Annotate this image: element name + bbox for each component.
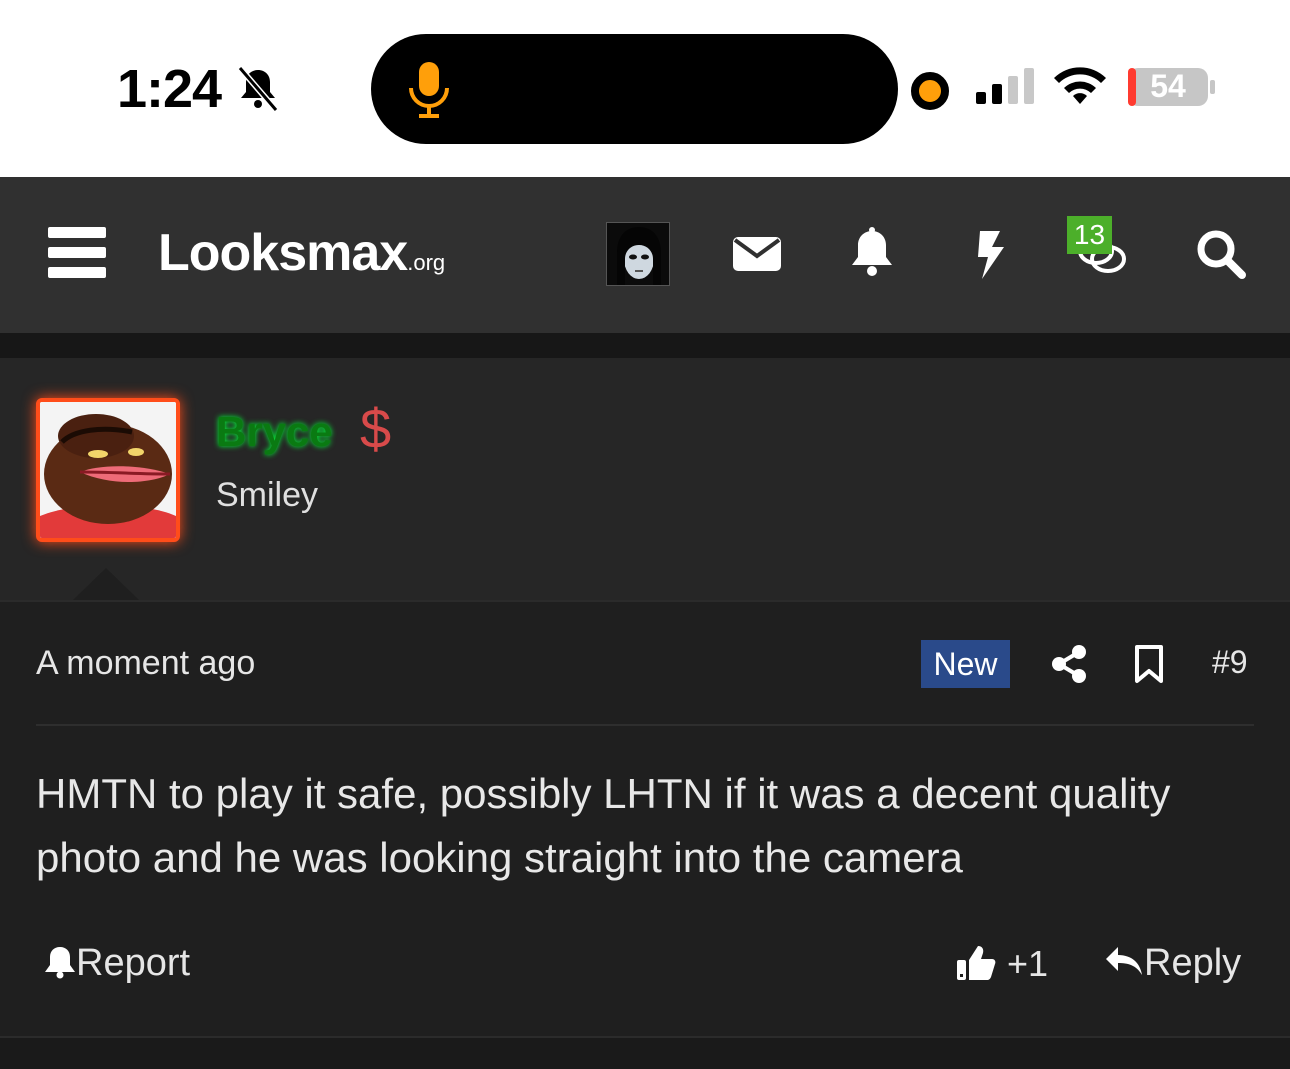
- reply-arrow-icon: [1106, 947, 1142, 975]
- like-button[interactable]: +1: [955, 942, 1048, 985]
- author-username[interactable]: Bryce: [216, 408, 333, 456]
- report-button[interactable]: Report: [44, 942, 190, 985]
- dollar-icon: $: [360, 397, 392, 460]
- battery-level: 54: [1150, 68, 1186, 104]
- post-message: A moment ago New #9 HMTN to play it safe…: [0, 600, 1290, 1036]
- post-author-block: Bryce $ Smiley: [0, 358, 1290, 601]
- header-divider: [0, 333, 1290, 358]
- mail-icon[interactable]: [728, 225, 786, 283]
- author-title: Smiley: [216, 476, 319, 514]
- mic-indicator-dot: [911, 72, 949, 110]
- reply-button[interactable]: Reply: [1104, 942, 1241, 985]
- thumbs-up-icon: [957, 946, 996, 980]
- new-badge: New: [921, 640, 1010, 688]
- lightning-icon[interactable]: [960, 225, 1018, 283]
- account-avatar[interactable]: [606, 222, 670, 286]
- page-bottom-band: [0, 1036, 1290, 1069]
- reply-label: Reply: [1144, 942, 1242, 984]
- wifi-icon: [1054, 67, 1106, 104]
- like-count: +1: [1007, 943, 1049, 984]
- cellular-signal-icon: [976, 68, 1034, 104]
- post-divider: [36, 724, 1254, 726]
- menu-icon[interactable]: [48, 227, 108, 281]
- post-body: HMTN to play it safe, possibly LHTN if i…: [36, 770, 1171, 881]
- bookmark-icon[interactable]: [1134, 644, 1164, 684]
- site-header: Looksmax.org 13: [0, 177, 1290, 333]
- logo-text: Looksmax: [158, 224, 408, 282]
- post-timestamp[interactable]: A moment ago: [36, 644, 255, 683]
- report-bell-icon: [45, 947, 75, 979]
- message-pointer: [72, 568, 140, 601]
- logo-suffix: .org: [407, 250, 446, 275]
- search-icon[interactable]: [1192, 225, 1250, 283]
- clock: 1:24: [117, 59, 222, 119]
- bell-off-icon: [237, 66, 279, 112]
- status-bar: 1:24 54: [0, 0, 1290, 177]
- post-number[interactable]: #9: [1212, 644, 1248, 681]
- account-avatar-image: [607, 223, 669, 285]
- bell-icon[interactable]: [843, 225, 901, 283]
- conversations-badge[interactable]: 13: [1067, 216, 1112, 254]
- report-label: Report: [76, 942, 191, 984]
- author-avatar[interactable]: [36, 398, 180, 542]
- site-logo[interactable]: Looksmax.org: [158, 223, 445, 283]
- share-icon[interactable]: [1050, 644, 1088, 684]
- author-avatar-image: [40, 402, 176, 538]
- microphone-icon: [409, 62, 449, 118]
- dynamic-island: [371, 34, 898, 144]
